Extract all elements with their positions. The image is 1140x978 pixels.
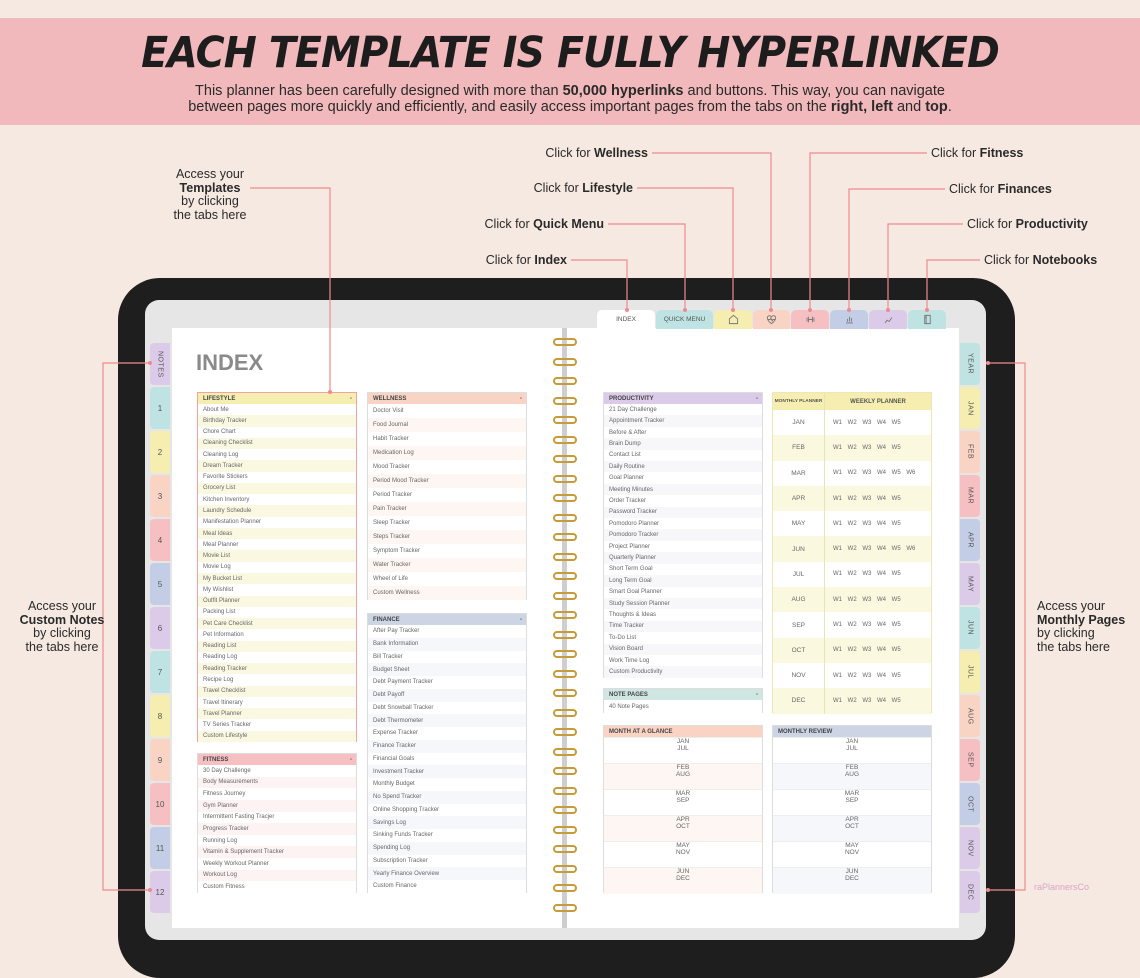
callout-quick-menu: Click for Quick Menu bbox=[484, 217, 604, 231]
brand-logo: raPlannersCo bbox=[1034, 882, 1090, 892]
callout-wellness: Click for Wellness bbox=[545, 146, 648, 160]
callout-notebooks: Click for Notebooks bbox=[984, 253, 1098, 267]
callout-custom-notes: Access your Custom Notes by clicking the ta… bbox=[19, 599, 105, 654]
callout-lines bbox=[102, 152, 1026, 892]
callout-fitness: Click for Fitness bbox=[931, 146, 1024, 160]
callout-finances: Click for Finances bbox=[949, 182, 1052, 196]
callout-productivity: Click for Productivity bbox=[967, 217, 1088, 231]
callout-templates: Access your Templates by clicking the tabs … bbox=[173, 167, 247, 222]
callout-monthly-pages: Access your Monthly Pages by clicking the t… bbox=[1037, 599, 1126, 654]
callout-lifestyle: Click for Lifestyle bbox=[533, 181, 633, 195]
callout-index: Click for Index bbox=[485, 253, 567, 267]
